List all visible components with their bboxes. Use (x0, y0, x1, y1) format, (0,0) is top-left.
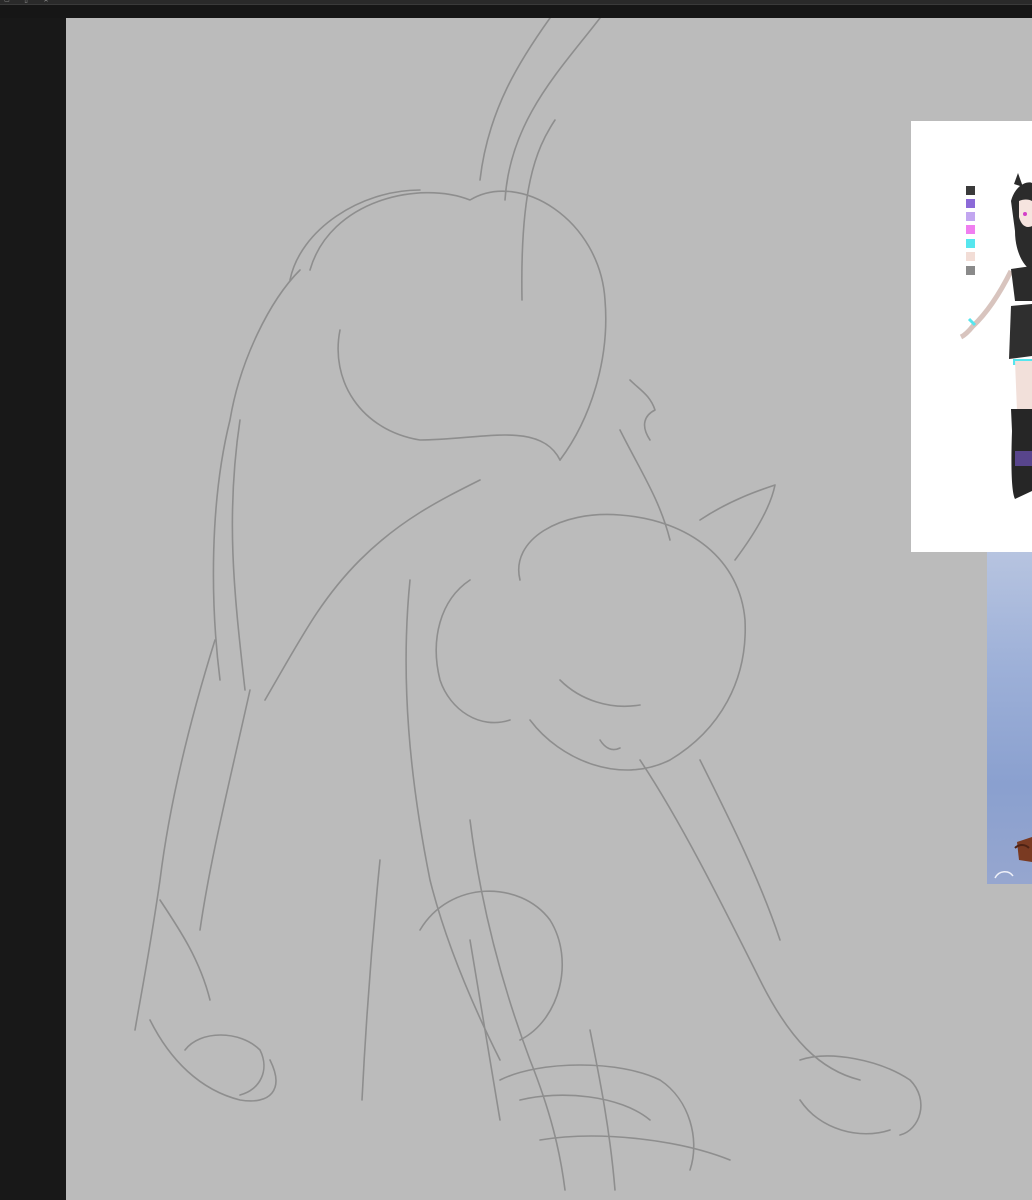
character-figure (959, 173, 1032, 499)
minimize-icon[interactable]: ▭ (3, 0, 11, 4)
pencil-sketch (134, 18, 922, 1191)
drawing-canvas[interactable] (66, 18, 1032, 1200)
toolbar-strip (0, 5, 1032, 18)
close-icon[interactable]: ✕ (42, 0, 50, 4)
reference-image-detail (994, 837, 1032, 879)
reference-image[interactable] (987, 552, 1032, 884)
character-reference-sheet[interactable] (911, 121, 1032, 552)
restore-icon[interactable]: ▯ (22, 0, 30, 4)
left-panel (0, 18, 66, 1200)
